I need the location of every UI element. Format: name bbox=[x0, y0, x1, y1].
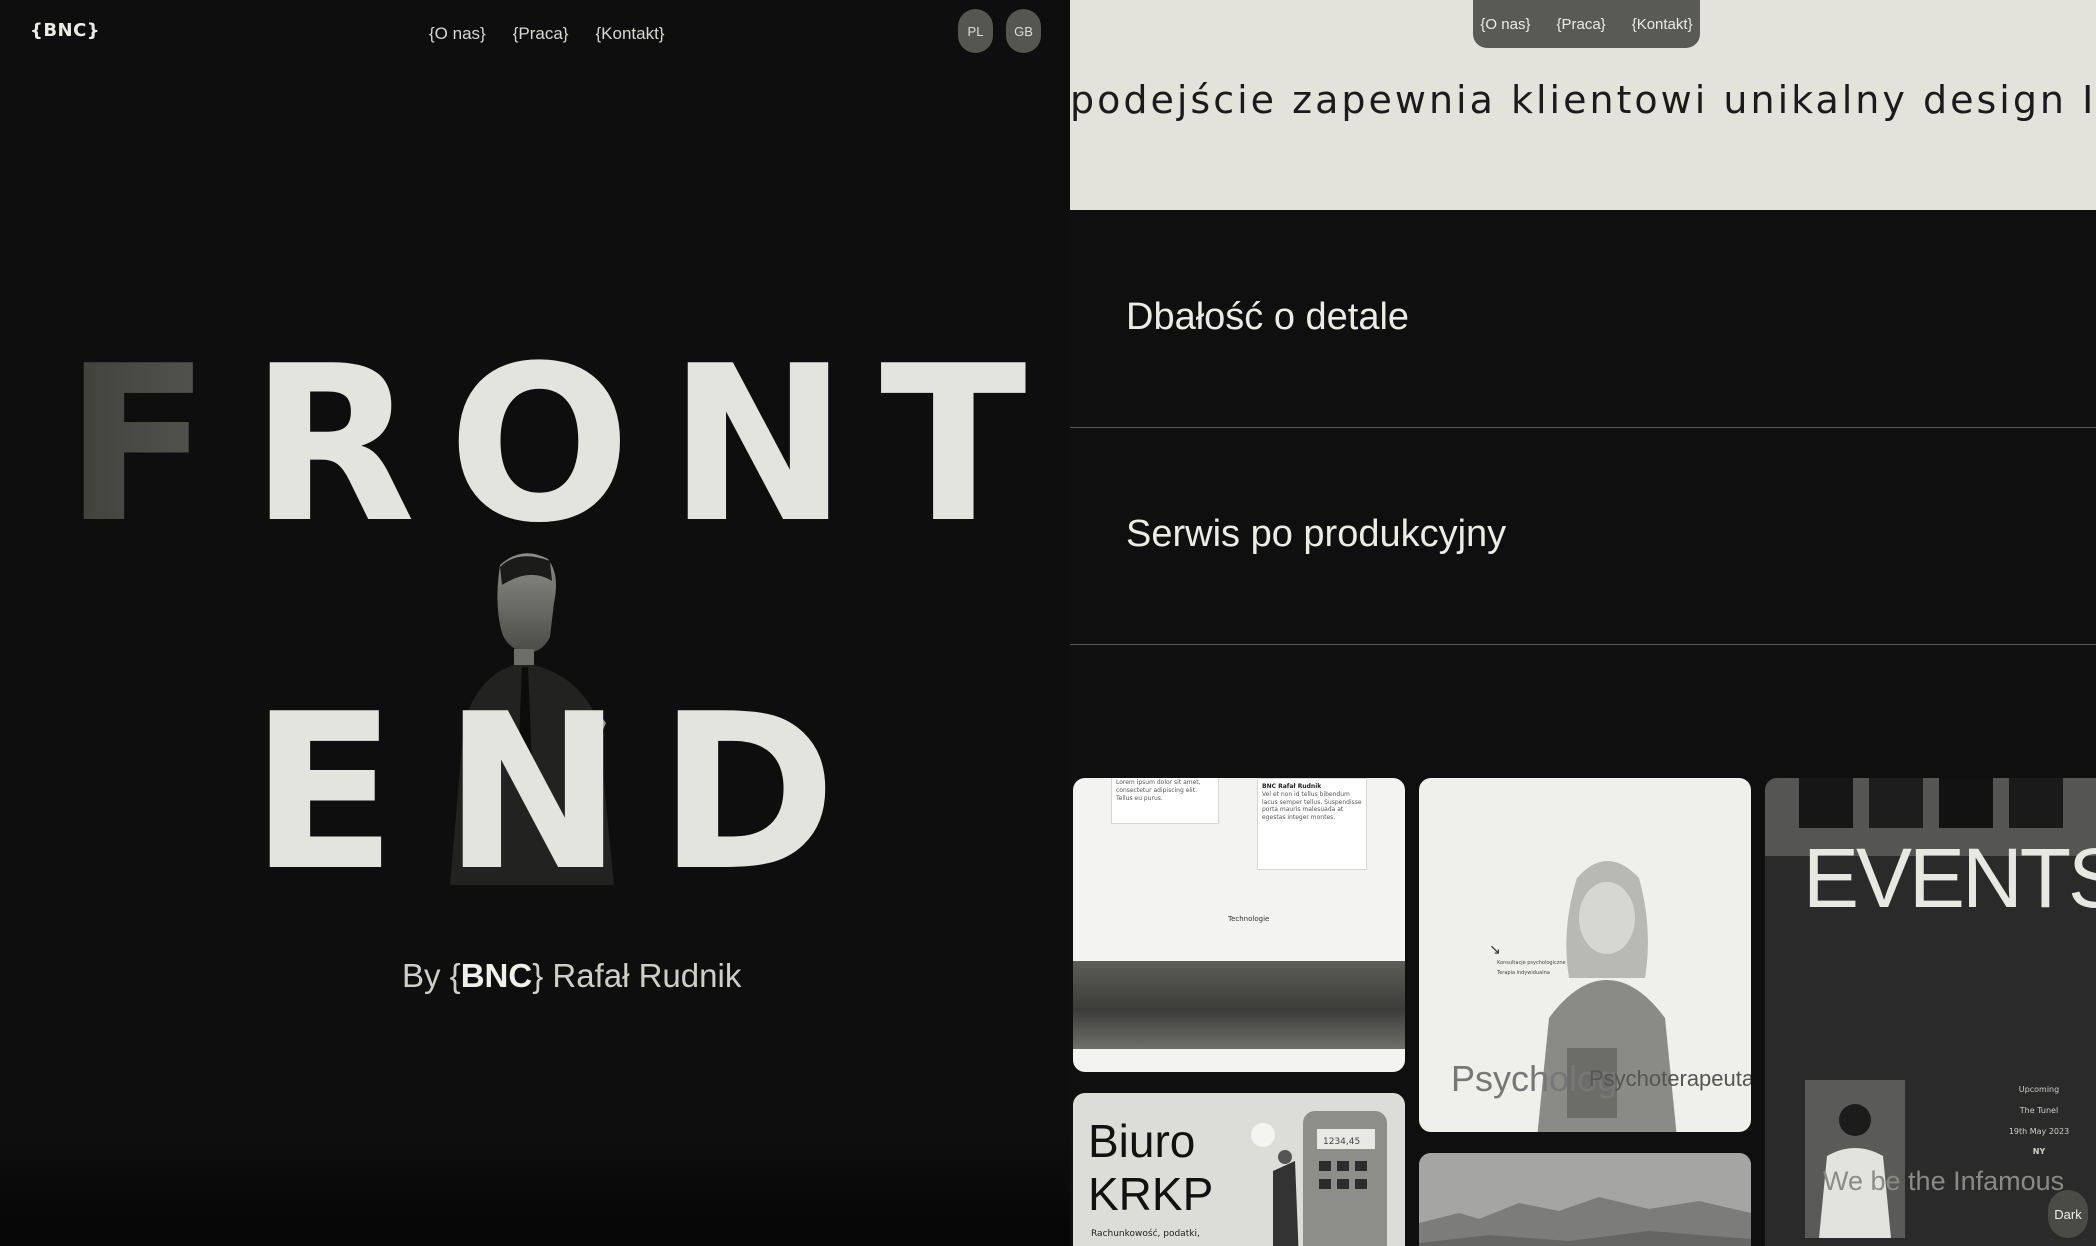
portfolio-card-events[interactable]: EVENTS Upcoming The Tunel 19th May 2023 … bbox=[1765, 778, 2096, 1246]
brand-logo[interactable]: {BNC} bbox=[30, 20, 100, 41]
lang-pl-button[interactable]: PL bbox=[958, 9, 993, 53]
byline-suffix: } Rafał Rudnik bbox=[532, 957, 742, 994]
strip-photo bbox=[1799, 778, 1853, 828]
sticky-nav: {O nas} {Praca} {Kontakt} bbox=[1473, 0, 1700, 48]
hero-byline: By {BNC} Rafał Rudnik bbox=[402, 957, 741, 995]
divider bbox=[1070, 427, 2096, 428]
hero-letter: E bbox=[250, 667, 397, 918]
bottom-fade bbox=[0, 1136, 1070, 1246]
byline-brand: BNC bbox=[460, 957, 533, 994]
service-detail-care[interactable]: Dbałość o detale bbox=[1126, 296, 1409, 339]
calculator-illustration: 1234,45 bbox=[1251, 1111, 1387, 1246]
portfolio-card-city[interactable] bbox=[1419, 1153, 1751, 1246]
mini-text-block: BNC Rafał Rudnik Vel et non id tellus bi… bbox=[1257, 778, 1367, 870]
hero-panel: {BNC} {O nas} {Praca} {Kontakt} PL GB F … bbox=[0, 0, 1070, 1246]
list-item: Konsultacje psychologiczne bbox=[1497, 960, 1566, 966]
hero-letter: T bbox=[880, 319, 1027, 570]
dark-mode-toggle[interactable]: Dark bbox=[2048, 1190, 2088, 1238]
hero-letter: N bbox=[443, 667, 623, 918]
office-photo bbox=[1073, 961, 1405, 1049]
strip-photo bbox=[1869, 778, 1923, 828]
strip-photo bbox=[2009, 778, 2063, 828]
lang-gb-button[interactable]: GB bbox=[1006, 9, 1041, 53]
service-post-production[interactable]: Serwis po produkcyjny bbox=[1126, 513, 1506, 556]
nav-link-about[interactable]: {O nas} bbox=[429, 24, 486, 44]
nav-link-work[interactable]: {Praca} bbox=[513, 24, 569, 44]
marquee-text: podejście zapewnia klientowi unikalny de… bbox=[1070, 78, 2096, 122]
nav-link-work[interactable]: {Praca} bbox=[1556, 16, 1605, 33]
byline-prefix: By { bbox=[402, 957, 461, 994]
hero-letter: F bbox=[64, 319, 211, 570]
event-label: Upcoming bbox=[2018, 1085, 2060, 1094]
divider bbox=[1070, 644, 2096, 645]
upcoming-event: Upcoming The Tunel 19th May 2023 NY bbox=[1979, 1080, 2096, 1163]
portfolio-card-bnc[interactable]: Lorem ipsum dolor sit amet, consectetur … bbox=[1073, 778, 1405, 1072]
event-city: NY bbox=[2032, 1147, 2046, 1157]
nav-link-contact[interactable]: {Kontakt} bbox=[595, 24, 664, 44]
card-title: BNC Rafał Rudnik bbox=[1262, 783, 1322, 790]
content-panel: podejście zapewnia klientowi unikalny de… bbox=[1070, 0, 2096, 1246]
hero-letter: R bbox=[250, 319, 416, 570]
card-label: Technologie bbox=[1228, 915, 1270, 923]
nav-link-contact[interactable]: {Kontakt} bbox=[1632, 16, 1693, 33]
card-heading: Biuro KRKP bbox=[1088, 1115, 1213, 1221]
top-nav: {O nas} {Praca} {Kontakt} bbox=[429, 24, 665, 44]
nav-link-about[interactable]: {O nas} bbox=[1480, 16, 1530, 33]
mini-text-block: Lorem ipsum dolor sit amet, consectetur … bbox=[1111, 778, 1219, 824]
event-date: 19th May 2023 bbox=[2008, 1126, 2070, 1136]
event-venue: The Tunel bbox=[2019, 1105, 2059, 1115]
card-heading: EVENTS bbox=[1803, 831, 2096, 925]
list-item: Terapia indywidualna bbox=[1497, 970, 1550, 976]
calc-display: 1234,45 bbox=[1323, 1137, 1360, 1147]
city-photo bbox=[1419, 1153, 1751, 1246]
hero-letter: O bbox=[448, 319, 631, 570]
portfolio-card-biuro[interactable]: Biuro KRKP Rachunkowość, podatki, 1234,4… bbox=[1073, 1093, 1405, 1246]
card-subheading: Psychoterapeuta bbox=[1589, 1066, 1751, 1091]
event-tagline: We be the Infamous bbox=[1823, 1166, 2065, 1196]
hero-letter: N bbox=[668, 319, 848, 570]
portfolio-card-psycholog[interactable]: ↘ Konsultacje psychologiczne Terapia ind… bbox=[1419, 778, 1751, 1132]
heading-line: KRKP bbox=[1088, 1167, 1214, 1220]
hero-letter: D bbox=[658, 667, 837, 918]
arrow-down-right-icon: ↘ bbox=[1489, 942, 1501, 958]
card-subtitle: Rachunkowość, podatki, bbox=[1091, 1229, 1200, 1239]
heading-line: Biuro bbox=[1088, 1115, 1196, 1167]
artist-photo bbox=[1805, 1080, 1905, 1238]
service-list: Konsultacje psychologiczne Terapia indyw… bbox=[1497, 958, 1566, 978]
strip-photo bbox=[1939, 778, 1993, 828]
